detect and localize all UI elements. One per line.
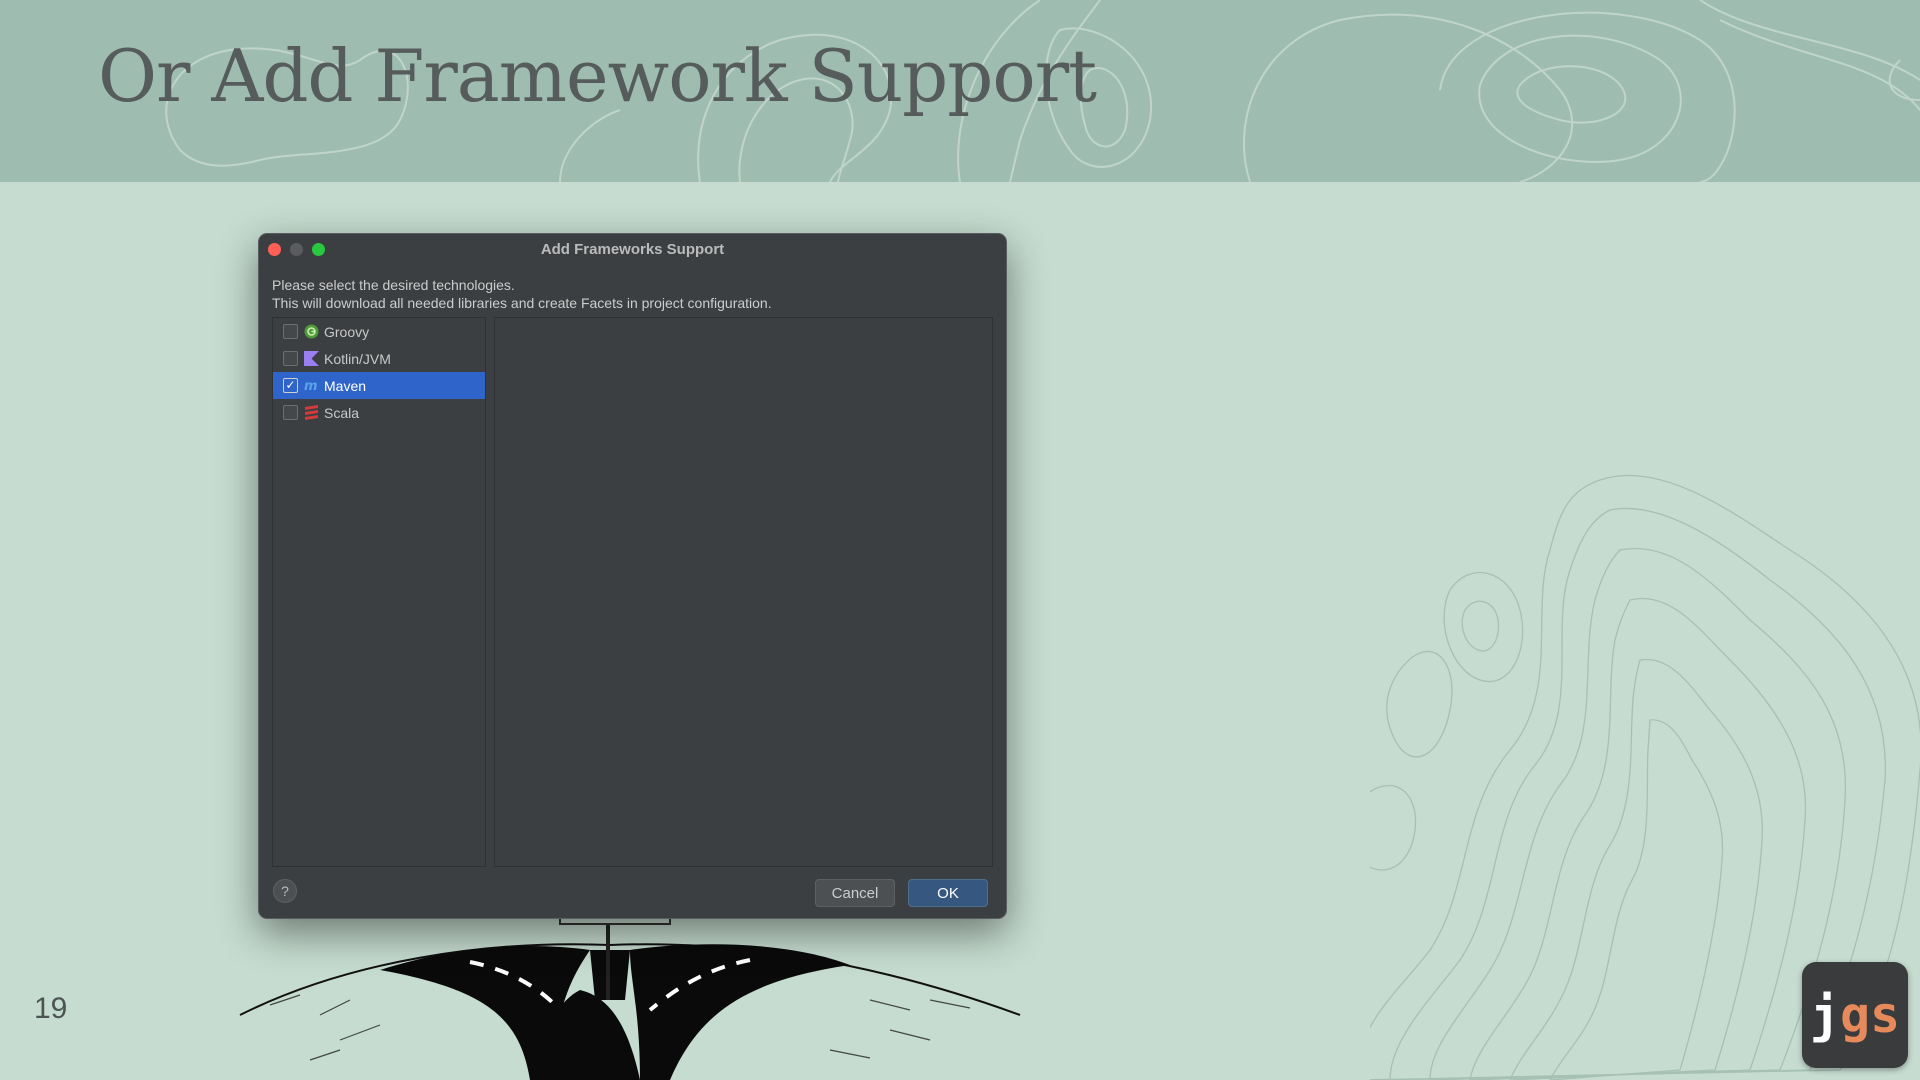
framework-label: Scala xyxy=(324,404,360,421)
framework-item-groovy[interactable]: Groovy xyxy=(273,318,485,345)
description-line-1: Please select the desired technologies. xyxy=(272,277,515,293)
dialog-description: Please select the desired technologies. … xyxy=(272,276,772,312)
kotlin-icon xyxy=(303,351,319,367)
kotlin-checkbox[interactable] xyxy=(283,351,298,366)
road-fork-illustration xyxy=(239,915,1021,1080)
groovy-icon xyxy=(303,324,319,340)
framework-item-kotlin[interactable]: Kotlin/JVM xyxy=(273,345,485,372)
ok-button[interactable]: OK xyxy=(908,879,988,907)
slide-header: Or Add Framework Support xyxy=(0,0,1920,182)
help-button[interactable]: ? xyxy=(273,879,297,903)
maven-icon: m xyxy=(303,378,319,394)
framework-label: Maven xyxy=(324,377,367,394)
dialog-title: Add Frameworks Support xyxy=(540,241,725,258)
description-line-2: This will download all needed libraries … xyxy=(272,295,772,311)
page-number: 19 xyxy=(34,992,68,1025)
svg-text:m: m xyxy=(304,379,318,393)
framework-item-maven[interactable]: ✓ m Maven xyxy=(273,372,485,399)
scala-checkbox[interactable] xyxy=(283,405,298,420)
logo-letter-j: j xyxy=(1809,986,1840,1044)
cancel-button[interactable]: Cancel xyxy=(815,879,895,907)
jgs-logo: j gs xyxy=(1802,962,1908,1068)
framework-label: Kotlin/JVM xyxy=(324,350,391,367)
maven-checkbox[interactable]: ✓ xyxy=(283,378,298,393)
framework-label: Groovy xyxy=(324,323,370,340)
slide-title: Or Add Framework Support xyxy=(98,34,1097,118)
frameworks-list: Groovy Kotlin/JVM ✓ m Maven Scala xyxy=(272,317,486,867)
scala-icon xyxy=(303,405,319,421)
dialog-titlebar: Add Frameworks Support xyxy=(259,234,1006,264)
groovy-checkbox[interactable] xyxy=(283,324,298,339)
framework-item-scala[interactable]: Scala xyxy=(273,399,485,426)
framework-details-panel xyxy=(494,317,993,867)
logo-letters-gs: gs xyxy=(1839,986,1901,1044)
add-frameworks-dialog: Add Frameworks Support Please select the… xyxy=(258,233,1007,919)
